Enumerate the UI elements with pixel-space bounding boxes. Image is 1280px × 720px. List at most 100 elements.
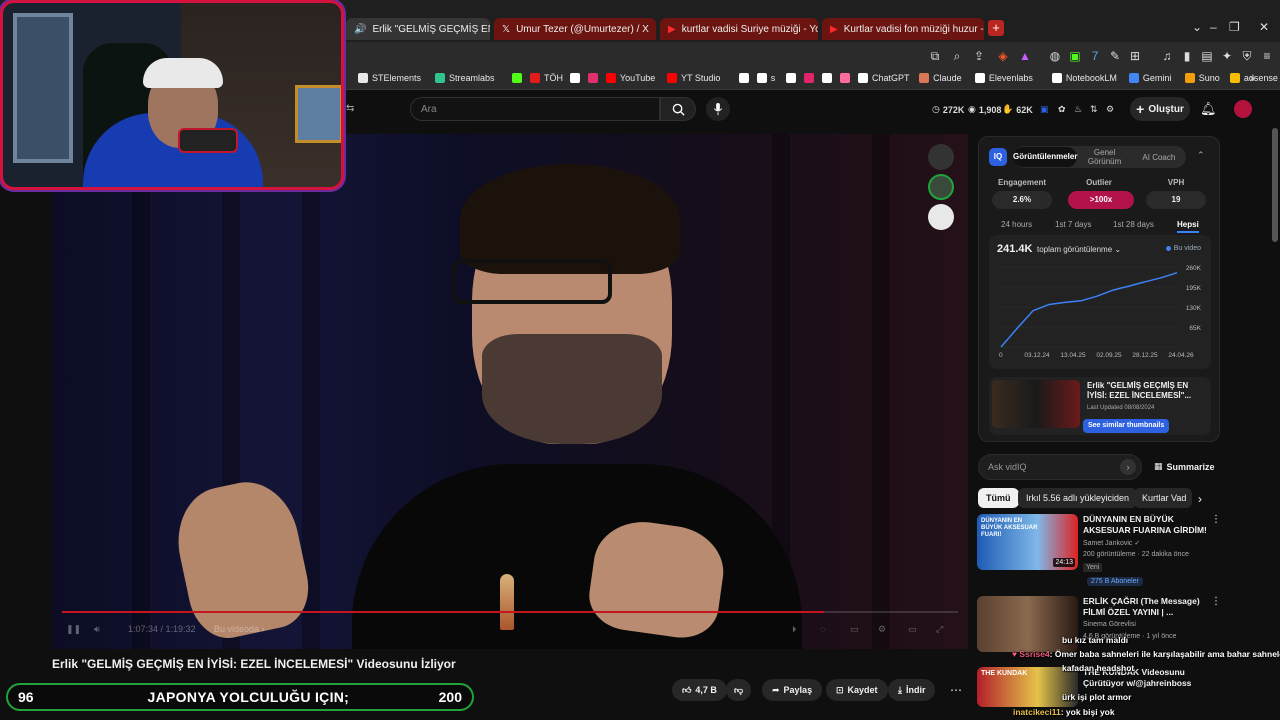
bookmarks-overflow-button[interactable]: » <box>1250 73 1255 83</box>
bookmark-item[interactable]: STElements <box>358 73 421 83</box>
close-window-button[interactable]: ✕ <box>1259 20 1269 34</box>
minimize-button[interactable]: – <box>1210 20 1217 34</box>
share-button[interactable]: ➦ Paylaş <box>762 679 823 701</box>
video-progress-bar[interactable] <box>62 611 958 613</box>
bookmark-item[interactable] <box>822 73 832 83</box>
tab-youtube-1[interactable]: ▶ kurtlar vadisi Suriye müziği - YouTube <box>660 18 818 40</box>
tab-youtube-2[interactable]: ▶ Kurtlar vadisi fon müziği huzur - You <box>822 18 984 40</box>
more-actions-button[interactable]: ⋯ <box>950 683 962 697</box>
share-icon[interactable]: ⇪ <box>972 49 986 63</box>
like-button[interactable]: 👍︎ 4,7 B <box>672 679 727 701</box>
media-icon[interactable]: ♫ <box>1160 49 1174 63</box>
settings-icon[interactable]: ⚙ <box>1106 104 1114 115</box>
scrollbar[interactable] <box>1272 128 1278 242</box>
bookmark-item[interactable]: ChatGPT <box>858 73 910 83</box>
tab-search-icon[interactable]: ⌄ <box>1192 20 1202 34</box>
extension-icon[interactable]: ⊞ <box>1128 49 1142 63</box>
extension-icon[interactable]: ✎ <box>1108 49 1122 63</box>
bookmark-item[interactable]: YT Studio <box>667 73 720 83</box>
period-24h[interactable]: 24 hours <box>1001 220 1032 229</box>
new-tab-button[interactable]: + <box>988 20 1004 36</box>
channel-name[interactable]: Samet Jankovic ✓ <box>1083 539 1140 547</box>
voice-search-button[interactable] <box>706 97 730 121</box>
vidiq-icon[interactable]: ▣ <box>1040 104 1049 115</box>
volume-icon[interactable]: 🔊︎ <box>94 624 100 635</box>
channel-name[interactable]: Sinema Görevlisi <box>1083 621 1136 628</box>
settings-icon[interactable]: ⚙ <box>878 624 886 635</box>
similar-thumbnails-button[interactable]: See similar thumbnails <box>1083 419 1170 433</box>
channel-avatar[interactable] <box>928 144 954 170</box>
search-input[interactable]: Ara <box>410 97 660 121</box>
bookmark-item[interactable]: TÖH <box>530 73 563 83</box>
bookmark-item[interactable]: Streamlabs <box>435 73 495 83</box>
subtitles-icon[interactable]: ▭ <box>850 624 859 635</box>
bookmark-item[interactable] <box>738 73 749 83</box>
wallet-icon[interactable]: ▤ <box>1200 49 1214 63</box>
collapse-icon[interactable]: ⌃ <box>1197 150 1205 161</box>
ai-icon[interactable]: ✿ <box>1058 104 1066 115</box>
zoom-icon[interactable]: ⌕ <box>950 49 964 63</box>
theater-icon[interactable]: ▭ <box>908 624 917 635</box>
bookmark-item[interactable]: s <box>756 73 775 83</box>
bookmark-item[interactable] <box>840 73 850 83</box>
download-button[interactable]: ⤓ İndir <box>888 679 936 701</box>
notifications-bell-icon[interactable]: 🔔︎ <box>1200 101 1217 117</box>
account-avatar[interactable] <box>1234 100 1252 118</box>
leo-icon[interactable]: ✦ <box>1220 49 1234 63</box>
tab-overview[interactable]: Genel Görünüm <box>1077 148 1131 166</box>
create-button[interactable]: + Oluştur <box>1130 97 1190 121</box>
extension-icon[interactable]: 7 <box>1088 49 1102 63</box>
bookmark-item[interactable] <box>587 73 598 83</box>
chip-kurtlar[interactable]: Kurtlar Vad <box>1134 488 1192 508</box>
bookmark-item[interactable] <box>569 73 580 83</box>
more-options-icon[interactable]: ⋮ <box>1211 514 1221 525</box>
tab-ai-coach[interactable]: AI Coach <box>1132 153 1186 162</box>
bookmark-item[interactable]: YouTube <box>605 73 655 83</box>
period-7d[interactable]: 1st 7 days <box>1055 220 1091 229</box>
channel-avatar[interactable] <box>928 174 954 200</box>
install-icon[interactable]: ⧉ <box>928 49 942 63</box>
tab-views[interactable]: Görüntülenmeler <box>1013 147 1078 167</box>
maximize-button[interactable]: ❐ <box>1229 20 1240 34</box>
kick-extension-icon[interactable]: ▣ <box>1068 49 1082 63</box>
bookmark-item[interactable]: NotebookLM <box>1051 73 1117 83</box>
channel-avatar[interactable] <box>928 204 954 230</box>
brave-shield-icon[interactable]: ◈ <box>996 49 1010 63</box>
tab-erlik[interactable]: 🔊 Erlik "GELMİŞ GEÇMİŞ EN İYİSİ ✕ <box>346 18 490 40</box>
save-button[interactable]: ⊡ Kaydet <box>826 679 888 701</box>
award-icon[interactable]: ♨ <box>1074 104 1082 115</box>
bookmark-item[interactable] <box>512 73 522 83</box>
bookmark-item[interactable]: Suno <box>1184 73 1220 83</box>
period-all[interactable]: Hepsi <box>1177 220 1199 233</box>
related-video-card[interactable]: Erlik "GELMİŞ GEÇMİŞ EN İYİSİ: EZEL İNCE… <box>989 377 1211 435</box>
bookmark-item[interactable] <box>804 73 814 83</box>
more-options-icon[interactable]: ⋮ <box>1211 596 1221 607</box>
chevron-right-icon[interactable]: › <box>1198 492 1202 506</box>
rewards-icon[interactable]: ▲ <box>1018 49 1032 63</box>
ask-vidiq-input[interactable]: Ask vidIQ <box>978 454 1142 480</box>
bookmark-item[interactable]: Claude <box>919 73 962 83</box>
compare-icon[interactable]: ⇅ <box>1090 104 1098 115</box>
chip-uploader[interactable]: Irkıl 5.56 adlı yükleyiciden <box>1018 488 1138 508</box>
video-player[interactable]: ❚❚ 🔊︎ 1:07:34 / 1:19:32 Bu videoda › ⏵ ◌… <box>52 134 968 649</box>
captions-icon[interactable]: ◌ <box>820 624 825 634</box>
vpn-icon[interactable]: ⛨ <box>1240 49 1254 63</box>
pause-icon[interactable]: ❚❚ <box>66 624 81 635</box>
menu-icon[interactable]: ≡ <box>1260 49 1274 63</box>
bookmark-item[interactable] <box>786 73 796 83</box>
chapter-link[interactable]: Bu videoda › <box>214 624 265 634</box>
fullscreen-icon[interactable]: ⤢ <box>936 624 943 635</box>
extension-icon[interactable]: ◍ <box>1048 49 1062 63</box>
sidebar-icon[interactable]: ▮ <box>1180 49 1194 63</box>
chip-all[interactable]: Tümü <box>978 488 1019 508</box>
summarize-button[interactable]: ▦ Summarize <box>1154 461 1215 472</box>
recommendation-item[interactable]: DÜNYANIN EN BÜYÜK AKSESUAR FUARI! 24:13 … <box>977 514 1223 586</box>
bookmark-item[interactable]: Elevenlabs <box>974 73 1033 83</box>
tab-x[interactable]: 𝕏 Umur Tezer (@Umurtezer) / X <box>494 18 656 40</box>
autoplay-icon[interactable]: ⏵ <box>792 624 797 635</box>
search-button[interactable] <box>660 97 696 121</box>
bookmark-item[interactable]: Gemini <box>1128 73 1171 83</box>
send-icon[interactable]: › <box>1120 459 1136 475</box>
dislike-button[interactable]: 👎︎ <box>726 679 752 701</box>
period-28d[interactable]: 1st 28 days <box>1113 220 1154 229</box>
